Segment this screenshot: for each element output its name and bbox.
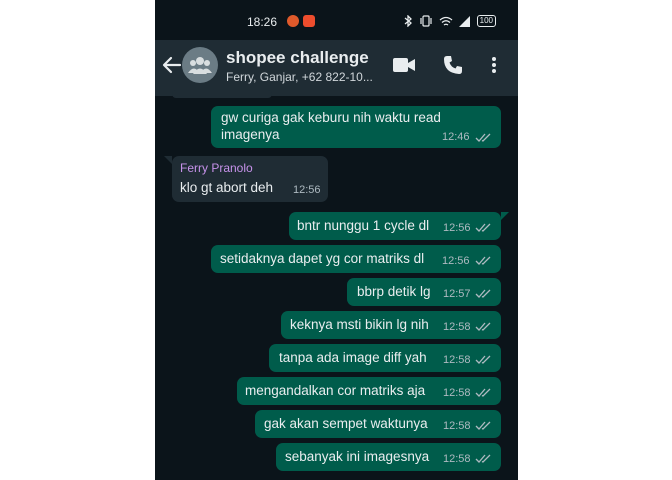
message-text: bbrp detik lg bbox=[357, 284, 431, 299]
double-check-icon bbox=[475, 322, 491, 331]
shopee-notification-icon bbox=[303, 15, 315, 27]
arrow-left-icon[interactable] bbox=[161, 54, 183, 76]
sender-name[interactable]: Ferry Pranolo bbox=[180, 161, 253, 175]
bluetooth-icon bbox=[404, 15, 412, 27]
phone-call-icon[interactable] bbox=[443, 55, 463, 75]
message-text: keknya msti bikin lg nih bbox=[290, 317, 429, 332]
message-text: gw curiga gak keburu nih waktu read bbox=[221, 110, 441, 125]
incoming-message[interactable]: Ferry Pranolo klo gt abort deh 12:56 bbox=[172, 156, 328, 202]
message-text: setidaknya dapet yg cor matriks dl bbox=[220, 251, 425, 266]
message-time: 12:58 bbox=[443, 354, 471, 366]
message-time: 12:56 bbox=[443, 222, 471, 234]
double-check-icon bbox=[475, 454, 491, 463]
double-check-icon bbox=[475, 256, 491, 265]
double-check-icon bbox=[475, 223, 491, 232]
double-check-icon bbox=[475, 388, 491, 397]
message-time: 12:58 bbox=[443, 453, 471, 465]
battery-icon: 100 bbox=[476, 15, 496, 27]
signal-icon bbox=[458, 15, 470, 27]
message-text: gak akan sempet waktunya bbox=[264, 416, 428, 431]
vibrate-icon bbox=[420, 15, 432, 27]
message-text: mengandalkan cor matriks aja bbox=[245, 383, 426, 398]
outgoing-message[interactable]: gak akan sempet waktunya 12:58 bbox=[255, 410, 501, 438]
chat-header: shopee challenge Ferry, Ganjar, +62 822-… bbox=[155, 40, 518, 96]
group-avatar-icon[interactable] bbox=[182, 47, 218, 83]
message-text: sebanyak ini imagesnya bbox=[285, 449, 430, 464]
message-text: klo gt abort deh bbox=[180, 180, 274, 195]
double-check-icon bbox=[475, 355, 491, 364]
message-text: tanpa ada image diff yah bbox=[279, 350, 427, 365]
status-time: 18:26 bbox=[247, 15, 278, 29]
notification-icons bbox=[287, 15, 315, 27]
video-call-icon[interactable] bbox=[393, 57, 415, 73]
outgoing-message[interactable]: mengandalkan cor matriks aja 12:58 bbox=[237, 377, 501, 405]
status-icons: 100 bbox=[404, 15, 496, 27]
message-time: 12:56 bbox=[442, 255, 470, 267]
message-time: 12:46 bbox=[442, 131, 470, 143]
message-time: 12:58 bbox=[443, 420, 471, 432]
outgoing-message[interactable]: bntr nunggu 1 cycle dl 12:56 bbox=[289, 212, 501, 240]
outgoing-message[interactable]: setidaknya dapet yg cor matriks dl 12:56 bbox=[211, 245, 501, 273]
app-notification-icon bbox=[287, 15, 299, 27]
outgoing-message[interactable]: tanpa ada image diff yah 12:58 bbox=[269, 344, 501, 372]
double-check-icon bbox=[475, 289, 491, 298]
message-time: 12:58 bbox=[443, 387, 471, 399]
wifi-icon bbox=[439, 16, 453, 26]
outgoing-message[interactable]: keknya msti bikin lg nih 12:58 bbox=[281, 311, 501, 339]
message-text-continued: imagenya bbox=[221, 127, 280, 142]
previous-message-fragment bbox=[172, 90, 272, 98]
message-tail bbox=[501, 212, 509, 220]
message-time: 12:56 bbox=[293, 184, 321, 196]
chat-participants[interactable]: Ferry, Ganjar, +62 822-10... bbox=[226, 70, 384, 84]
phone-screen: 18:26 100 shopee challenge Ferry, Ganjar… bbox=[155, 0, 518, 480]
chat-messages[interactable]: gw curiga gak keburu nih waktu read imag… bbox=[155, 90, 518, 480]
more-vert-icon[interactable] bbox=[491, 56, 497, 74]
double-check-icon bbox=[475, 421, 491, 430]
outgoing-message[interactable]: gw curiga gak keburu nih waktu read imag… bbox=[211, 106, 501, 148]
chat-title[interactable]: shopee challenge bbox=[226, 48, 369, 68]
message-tail bbox=[164, 156, 172, 164]
message-time: 12:57 bbox=[443, 288, 471, 300]
status-bar: 18:26 100 bbox=[155, 0, 518, 40]
outgoing-message[interactable]: sebanyak ini imagesnya 12:58 bbox=[276, 443, 501, 471]
message-time: 12:58 bbox=[443, 321, 471, 333]
message-text: bntr nunggu 1 cycle dl bbox=[297, 218, 430, 233]
outgoing-message[interactable]: bbrp detik lg 12:57 bbox=[347, 278, 501, 306]
double-check-icon bbox=[475, 133, 491, 142]
